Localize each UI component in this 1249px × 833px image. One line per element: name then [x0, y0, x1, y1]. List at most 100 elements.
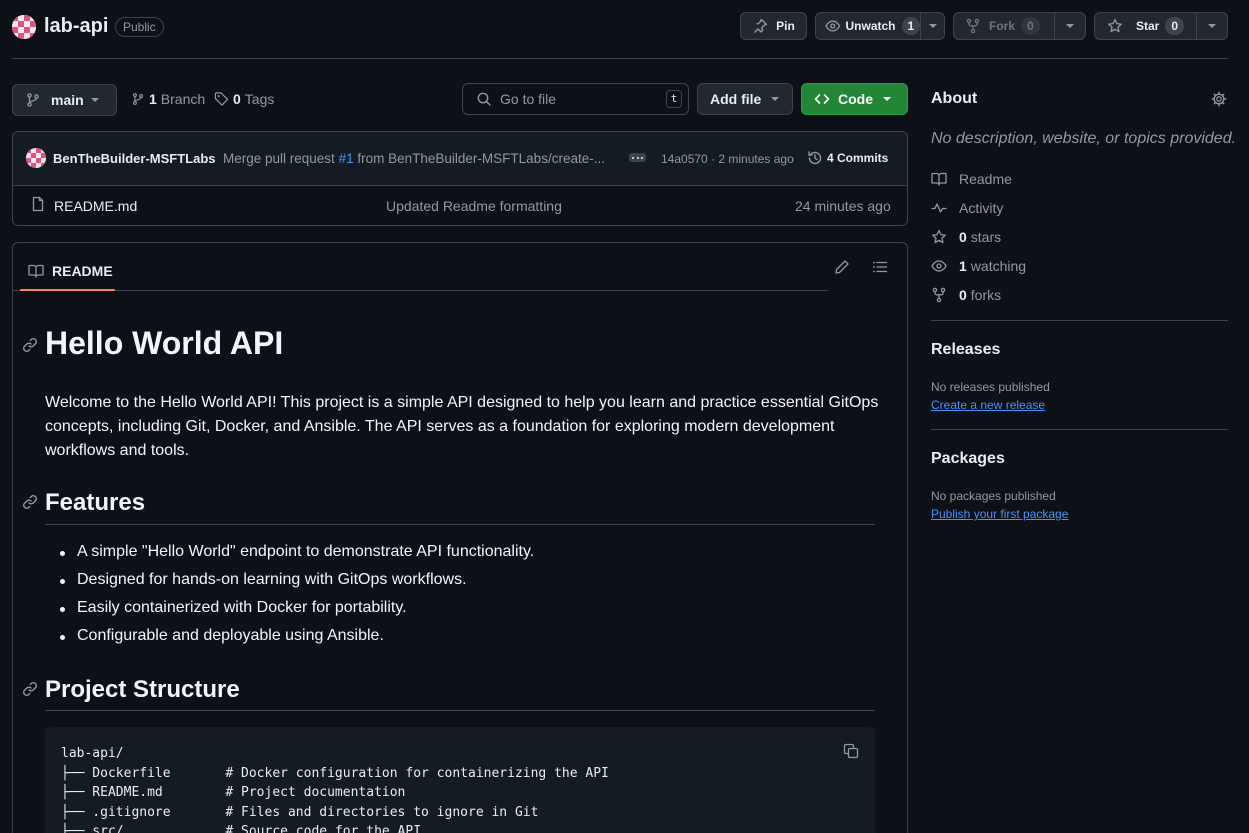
packages-empty-text: No packages published — [931, 489, 1056, 503]
book-icon — [28, 264, 44, 278]
branch-count-label: Branch — [160, 91, 206, 107]
readme-tab-label: README — [52, 263, 113, 279]
readme-intro: Welcome to the Hello World API! This pro… — [45, 394, 879, 459]
forks-count: 0 — [959, 287, 967, 303]
outline-button[interactable] — [869, 256, 891, 278]
file-row[interactable]: README.md Updated Readme formatting 24 m… — [13, 186, 907, 224]
readme-header-divider — [13, 290, 828, 291]
file-commit-time: 24 minutes ago — [795, 198, 891, 214]
eye-icon — [931, 260, 947, 272]
branch-count: 1 — [149, 91, 157, 107]
list-bullet — [60, 579, 65, 584]
commit-author-link[interactable]: BenTheBuilder-MSFTLabs — [53, 151, 216, 166]
file-commit-message[interactable]: Updated Readme formatting — [386, 198, 562, 214]
star-icon — [1108, 18, 1122, 33]
about-activity-link[interactable]: Activity — [931, 198, 1003, 218]
fork-button[interactable]: Fork 0 — [954, 17, 1054, 35]
pull-request-link[interactable]: #1 — [339, 151, 354, 166]
feature-item: Configurable and deployable using Ansibl… — [77, 627, 384, 644]
releases-heading-link[interactable]: Releases — [931, 341, 1000, 359]
copy-icon — [843, 743, 859, 759]
readme-tab[interactable]: README — [20, 251, 115, 291]
file-name-link[interactable]: README.md — [54, 198, 137, 214]
heading-anchor-link-icon[interactable] — [22, 337, 38, 353]
commit-message[interactable]: Merge pull request #1 from BenTheBuilder… — [223, 151, 605, 166]
star-counter: 0 — [1165, 17, 1185, 35]
list-bullet — [60, 635, 65, 640]
fork-icon — [932, 287, 946, 303]
unwatch-label: Unwatch — [845, 19, 896, 33]
copy-code-button[interactable] — [840, 740, 862, 762]
edit-readme-button[interactable] — [831, 256, 853, 278]
about-stars-link[interactable]: 0 stars — [931, 227, 1001, 247]
star-label: Star — [1136, 19, 1160, 33]
structure-heading-rule — [45, 710, 875, 711]
feature-item: Designed for hands-on learning with GitO… — [77, 571, 467, 588]
branch-name: main — [51, 92, 84, 108]
code-block: lab-api/ ├── Dockerfile # Docker configu… — [45, 727, 875, 833]
create-release-link[interactable]: Create a new release — [931, 398, 1045, 412]
about-readme-link[interactable]: Readme — [931, 169, 1012, 189]
sidebar-divider — [931, 429, 1228, 430]
pulse-icon — [931, 203, 947, 213]
stars-count: 0 — [959, 229, 967, 245]
pin-button[interactable]: Pin — [740, 12, 807, 40]
about-forks-link[interactable]: 0 forks — [931, 285, 1001, 305]
forks-label: forks — [970, 287, 1002, 303]
code-button[interactable]: Code — [801, 83, 908, 115]
branch-selector[interactable]: main — [12, 84, 117, 116]
about-settings-button[interactable] — [1209, 89, 1229, 109]
commit-details-toggle[interactable] — [629, 153, 646, 162]
fork-counter: 0 — [1021, 17, 1040, 35]
code-label: Code — [838, 91, 873, 107]
gear-icon — [1211, 91, 1227, 107]
branch-icon — [132, 93, 144, 105]
releases-empty-text: No releases published — [931, 380, 1050, 394]
visibility-badge: Public — [115, 17, 164, 37]
go-to-file-search[interactable]: Go to file t — [462, 83, 689, 115]
list-bullet — [60, 551, 65, 556]
repo-name-link[interactable]: lab-api — [44, 15, 108, 38]
commit-message-prefix: Merge pull request — [223, 151, 335, 166]
tag-count-label: Tags — [244, 91, 275, 107]
features-heading: Features — [45, 489, 146, 516]
packages-heading-link[interactable]: Packages — [931, 450, 1005, 468]
star-dropdown-button[interactable] — [1197, 23, 1227, 29]
heading-anchor-link-icon[interactable] — [22, 681, 38, 697]
features-heading-rule — [45, 524, 875, 525]
fork-label: Fork — [989, 19, 1016, 33]
about-activity-label: Activity — [959, 200, 1004, 216]
history-icon — [808, 151, 822, 165]
fork-icon — [966, 18, 980, 34]
tag-icon — [214, 92, 229, 106]
commit-hash-time[interactable]: 14a0570 · 2 minutes ago — [661, 152, 794, 166]
commit-author-avatar[interactable] — [26, 148, 46, 168]
search-shortcut-key: t — [666, 90, 682, 108]
feature-item: A simple "Hello World" endpoint to demon… — [77, 543, 535, 560]
heading-anchor-link-icon[interactable] — [22, 494, 38, 510]
publish-package-link[interactable]: Publish your first package — [931, 507, 1068, 521]
about-watching-link[interactable]: 1 watching — [931, 256, 1026, 276]
fork-button-group: Fork 0 — [953, 12, 1086, 40]
branches-link[interactable]: 1 Branch — [131, 91, 205, 107]
star-button-group: Star 0 — [1094, 12, 1228, 40]
commits-history-link[interactable]: 4 Commits — [807, 150, 888, 166]
watch-dropdown-button[interactable] — [921, 23, 944, 29]
caret-down-icon — [928, 24, 937, 28]
pin-label: Pin — [776, 19, 795, 33]
repo-avatar[interactable] — [12, 15, 36, 39]
caret-down-icon — [771, 97, 779, 101]
caret-down-icon — [1066, 24, 1074, 28]
add-file-button[interactable]: Add file — [697, 83, 793, 115]
about-description: No description, website, or topics provi… — [931, 130, 1237, 147]
add-file-label: Add file — [710, 91, 762, 107]
search-placeholder: Go to file — [500, 91, 557, 107]
fork-dropdown-button[interactable] — [1055, 23, 1085, 29]
eye-icon — [825, 20, 841, 32]
watch-counter: 1 — [901, 17, 920, 35]
star-button[interactable]: Star 0 — [1095, 17, 1196, 35]
tags-link[interactable]: 0 Tags — [214, 91, 274, 107]
list-bullet — [60, 607, 65, 612]
unwatch-button[interactable]: Unwatch 1 — [816, 17, 920, 35]
header-divider — [12, 58, 1228, 59]
